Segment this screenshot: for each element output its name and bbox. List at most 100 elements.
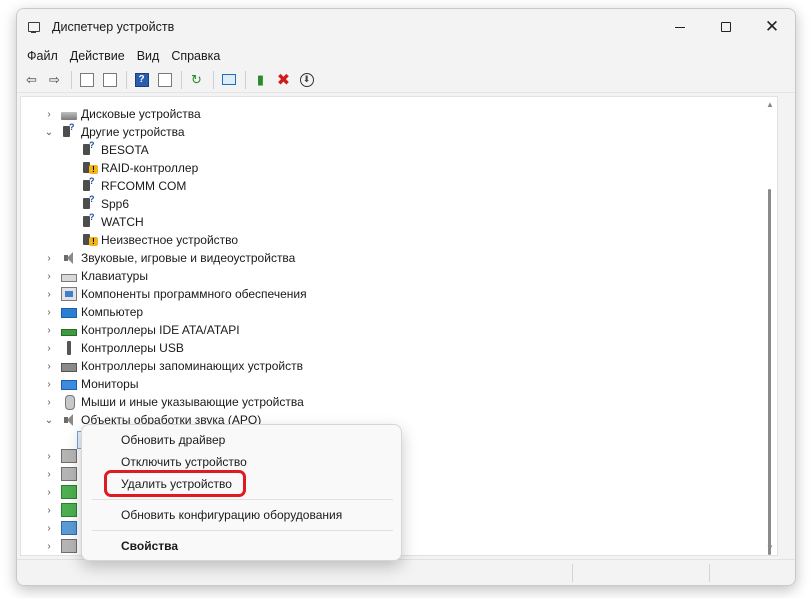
- tree-item-ide[interactable]: › Контроллеры IDE ATA/ATAPI: [43, 321, 239, 339]
- tree-item-partial[interactable]: › I: [43, 483, 84, 501]
- update-driver-menu-item[interactable]: Обновить драйвер: [121, 433, 225, 447]
- mouse-icon: [61, 395, 77, 410]
- tree-item-spp6[interactable]: Spp6: [75, 194, 129, 213]
- update-driver-toolbar-button[interactable]: ↻: [186, 69, 207, 90]
- tree-item-storage-controllers[interactable]: › Контроллеры запоминающих устройств: [43, 357, 303, 375]
- vertical-scrollbar[interactable]: ▲ ▼: [763, 97, 777, 555]
- uninstall-toolbar-button[interactable]: ✖: [273, 69, 294, 90]
- chevron-right-icon[interactable]: ›: [43, 468, 55, 480]
- window-title: Диспетчер устройств: [52, 20, 175, 34]
- back-button[interactable]: ⇦: [21, 69, 42, 90]
- properties-menu-item[interactable]: Свойства: [121, 539, 178, 553]
- tree-item-computer[interactable]: › Компьютер: [43, 303, 143, 321]
- view-toolbar-button[interactable]: [154, 69, 175, 90]
- ide-controller-icon: [61, 329, 77, 336]
- tree-item-label: Дисковые устройства: [81, 107, 201, 121]
- tree-item-other-devices[interactable]: ⌄ Другие устройства: [43, 122, 185, 141]
- tree-item-mice[interactable]: › Мыши и иные указывающие устройства: [43, 393, 304, 411]
- chevron-right-icon[interactable]: ›: [43, 486, 55, 498]
- tree-item-label: Контроллеры запоминающих устройств: [81, 359, 303, 373]
- chevron-right-icon[interactable]: ›: [43, 396, 55, 408]
- menu-bar: Файл Действие Вид Справка: [17, 45, 795, 67]
- minimize-button[interactable]: [657, 9, 703, 45]
- maximize-icon: [721, 22, 731, 32]
- show-hide-tree-button[interactable]: [76, 69, 97, 90]
- add-driver-toolbar-button[interactable]: ▮: [250, 69, 271, 90]
- scroll-up-icon[interactable]: ▲: [766, 100, 774, 109]
- console-tree-icon: [79, 72, 94, 87]
- disable-device-menu-item[interactable]: Отключить устройство: [121, 455, 247, 469]
- tree-item-label: Контроллеры USB: [81, 341, 184, 355]
- chevron-right-icon[interactable]: ›: [43, 252, 55, 264]
- scroll-down-icon[interactable]: ▼: [766, 543, 774, 552]
- device-category-icon: [61, 503, 77, 517]
- status-bar: [17, 559, 795, 585]
- tree-item-besota[interactable]: BESOTA: [75, 140, 149, 159]
- tree-item-partial[interactable]: › ): [43, 537, 85, 555]
- back-arrow-icon: ⇦: [26, 71, 37, 87]
- view-list-icon: [157, 72, 172, 87]
- chevron-right-icon[interactable]: ›: [43, 540, 55, 552]
- chevron-right-icon[interactable]: ›: [43, 522, 55, 534]
- tree-item-keyboards[interactable]: › Клавиатуры: [43, 267, 148, 285]
- tree-item-raid[interactable]: RAID-контроллер: [75, 159, 198, 177]
- monitor-icon: [61, 379, 77, 390]
- properties-toolbar-button[interactable]: [99, 69, 120, 90]
- tree-item-partial[interactable]: › (: [43, 519, 85, 537]
- download-circle-icon: ⬇: [299, 72, 314, 87]
- tree-item-partial[interactable]: › I: [43, 447, 84, 465]
- tree-item-label: RFCOMM COM: [101, 179, 187, 193]
- chevron-down-icon[interactable]: ⌄: [43, 414, 55, 426]
- tree-item-label: WATCH: [101, 215, 144, 229]
- chevron-right-icon[interactable]: ›: [43, 342, 55, 354]
- close-icon: ✕: [764, 17, 780, 36]
- highlight-annotation: [104, 470, 246, 497]
- menu-help[interactable]: Справка: [165, 47, 226, 65]
- chevron-right-icon[interactable]: ›: [43, 450, 55, 462]
- chevron-right-icon[interactable]: ›: [43, 360, 55, 372]
- unknown-device-icon: [81, 176, 97, 193]
- menu-view[interactable]: Вид: [131, 47, 166, 65]
- speaker-icon: [61, 251, 77, 265]
- chevron-right-icon[interactable]: ›: [43, 504, 55, 516]
- tree-item-partial[interactable]: › I: [43, 465, 84, 483]
- tree-item-label: RAID-контроллер: [101, 161, 199, 175]
- refresh-driver-icon: ↻: [191, 71, 202, 87]
- chevron-right-icon[interactable]: ›: [43, 306, 55, 318]
- monitor-scan-icon: [221, 74, 236, 85]
- scroll-thumb[interactable]: [768, 189, 771, 555]
- warning-device-icon: [81, 233, 98, 247]
- toolbar-separator: [181, 70, 182, 89]
- scan-hardware-toolbar-button[interactable]: [218, 69, 239, 90]
- chevron-right-icon[interactable]: ›: [43, 270, 55, 282]
- chevron-right-icon[interactable]: ›: [43, 288, 55, 300]
- uninstall-x-icon: ✖: [276, 71, 291, 89]
- menu-file[interactable]: Файл: [21, 47, 64, 65]
- help-toolbar-button[interactable]: ?: [131, 69, 152, 90]
- usb-icon: [61, 341, 77, 355]
- tree-item-sound[interactable]: › Звуковые, игровые и видеоустройства: [43, 249, 295, 267]
- chevron-down-icon[interactable]: ⌄: [43, 126, 55, 138]
- tree-item-watch[interactable]: WATCH: [75, 212, 144, 231]
- forward-arrow-icon: ⇨: [49, 71, 60, 87]
- tree-item-usb[interactable]: › Контроллеры USB: [43, 339, 184, 357]
- chevron-right-icon[interactable]: ›: [43, 324, 55, 336]
- chevron-right-icon[interactable]: ›: [43, 378, 55, 390]
- tree-item-partial[interactable]: › (: [43, 501, 85, 519]
- tree-item-monitors[interactable]: › Мониторы: [43, 375, 138, 393]
- maximize-button[interactable]: [703, 9, 749, 45]
- tree-item-unknown-device[interactable]: Неизвестное устройство: [75, 231, 238, 249]
- unknown-device-icon: [61, 122, 77, 139]
- scan-hardware-menu-item[interactable]: Обновить конфигурацию оборудования: [121, 508, 342, 522]
- tree-item-label: BESOTA: [101, 143, 149, 157]
- audio-processing-icon: [61, 413, 77, 427]
- keyboard-icon: [61, 274, 77, 282]
- disable-toolbar-button[interactable]: ⬇: [296, 69, 317, 90]
- tree-item-software-components[interactable]: › Компоненты программного обеспечения: [43, 285, 307, 303]
- tree-item-disks[interactable]: › Дисковые устройства: [43, 105, 201, 123]
- tree-item-rfcomm[interactable]: RFCOMM COM: [75, 176, 187, 195]
- close-button[interactable]: ✕: [749, 9, 795, 45]
- chevron-right-icon[interactable]: ›: [43, 108, 55, 120]
- menu-action[interactable]: Действие: [64, 47, 131, 65]
- forward-button[interactable]: ⇨: [44, 69, 65, 90]
